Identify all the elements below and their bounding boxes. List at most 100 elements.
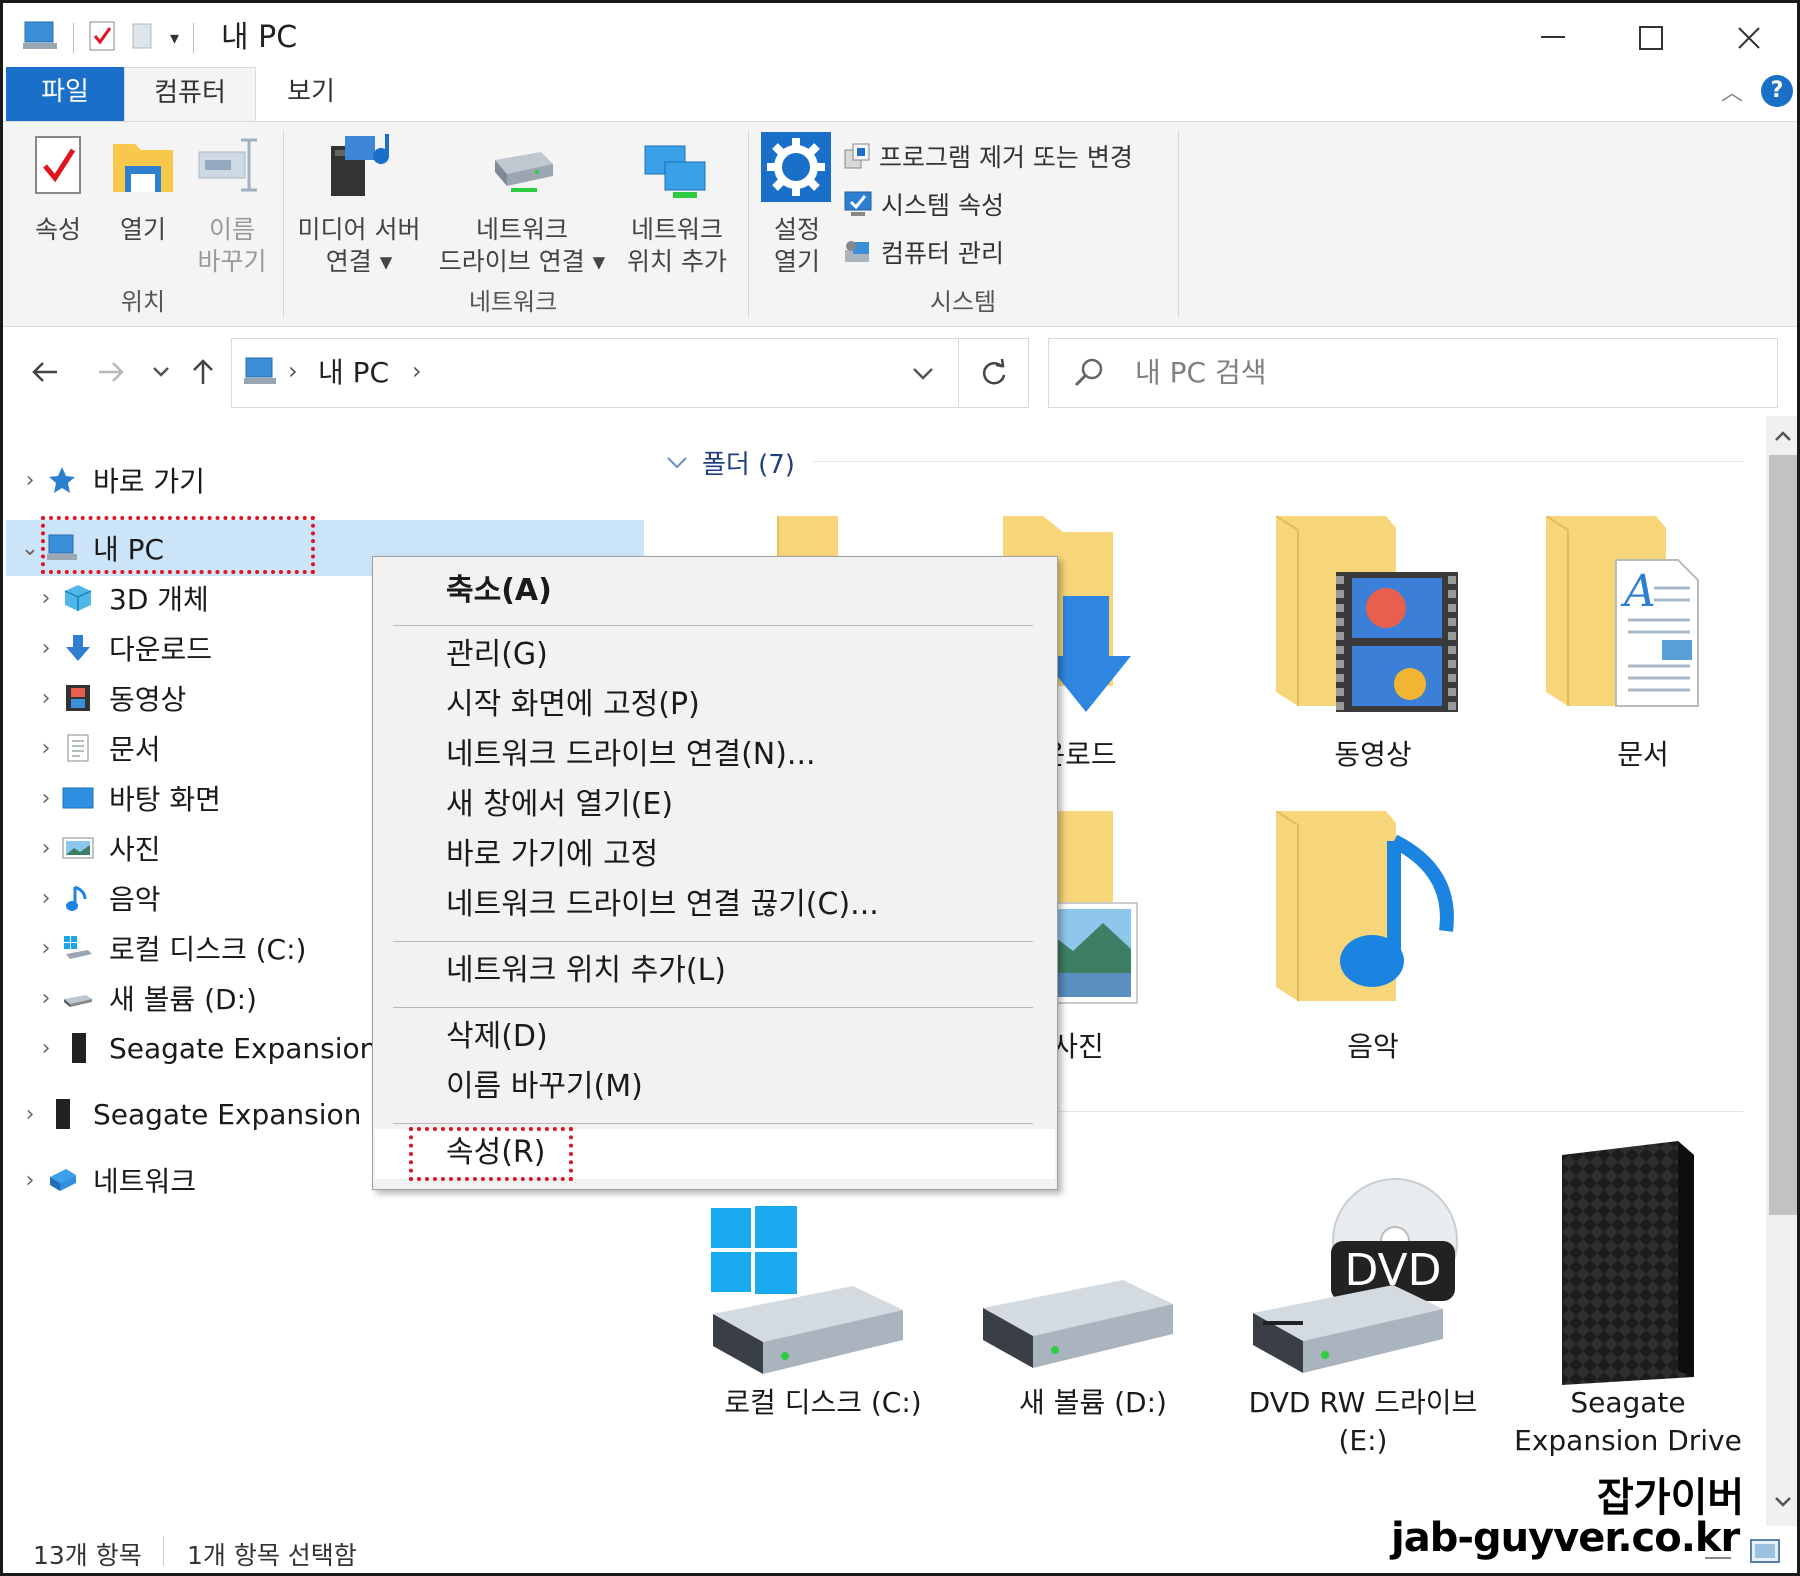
- svg-text:A: A: [1620, 566, 1656, 617]
- chevron-right-icon[interactable]: ›: [31, 836, 61, 861]
- minimize-button[interactable]: [1523, 13, 1583, 63]
- tree-label: 새 볼륨 (D:): [109, 983, 257, 1016]
- forward-button[interactable]: [89, 348, 133, 396]
- tab-file[interactable]: 파일: [6, 67, 124, 121]
- search-box[interactable]: 내 PC 검색: [1048, 338, 1778, 408]
- refresh-button[interactable]: [959, 338, 1029, 408]
- menu-item-map-drive[interactable]: 네트워크 드라이브 연결(N)...: [446, 735, 816, 775]
- folders-section-header[interactable]: 폴더 (7): [666, 444, 795, 481]
- chevron-right-icon[interactable]: ›: [412, 357, 422, 385]
- scrollbar-thumb[interactable]: [1769, 455, 1797, 1215]
- map-drive-label-1: 네트워크: [475, 215, 568, 244]
- tree-item-documents[interactable]: › 문서: [31, 724, 161, 772]
- map-drive-label-2: 드라이브 연결 ▾: [438, 247, 606, 276]
- tree-item-music[interactable]: › 음악: [31, 874, 161, 922]
- add-location-label-2: 위치 추가: [627, 247, 727, 276]
- external-drive-icon: [61, 1031, 95, 1065]
- properties-button[interactable]: 속성: [17, 134, 99, 264]
- menu-separator: [393, 625, 1033, 626]
- menu-item-disconnect-drive[interactable]: 네트워크 드라이브 연결 끊기(C)...: [446, 885, 879, 925]
- help-icon[interactable]: ?: [1761, 75, 1793, 107]
- address-bar[interactable]: › 내 PC ›: [231, 338, 959, 408]
- tree-item-seagate-sub[interactable]: › Seagate Expansion D: [31, 1024, 408, 1072]
- tree-item-pictures[interactable]: › 사진: [31, 824, 161, 872]
- folders-header-label: 폴더 (7): [702, 450, 795, 480]
- group-divider: [283, 130, 284, 318]
- maximize-button[interactable]: [1621, 13, 1681, 63]
- group-system-label: 시스템: [929, 288, 997, 316]
- drive-item-seagate[interactable]: [1548, 1141, 1708, 1385]
- drive-item-d[interactable]: [973, 1256, 1213, 1396]
- chevron-right-icon[interactable]: ›: [31, 686, 61, 711]
- chevron-right-icon[interactable]: ›: [15, 1168, 45, 1193]
- tree-item-videos[interactable]: › 동영상: [31, 674, 187, 722]
- uninstall-icon: [844, 143, 870, 169]
- close-button[interactable]: [1719, 13, 1779, 63]
- chevron-right-icon[interactable]: ›: [31, 886, 61, 911]
- folder-item-music[interactable]: [1275, 810, 1476, 1011]
- new-folder-icon[interactable]: [130, 20, 156, 56]
- menu-item-manage[interactable]: 관리(G): [446, 635, 548, 675]
- chevron-right-icon[interactable]: ›: [31, 986, 61, 1011]
- menu-item-new-window[interactable]: 새 창에서 열기(E): [446, 785, 673, 825]
- chevron-right-icon[interactable]: ›: [31, 586, 61, 611]
- tree-item-local-disk-c[interactable]: › 로컬 디스크 (C:): [31, 924, 307, 972]
- folder-item-videos[interactable]: [1275, 515, 1476, 716]
- tab-view[interactable]: 보기: [256, 67, 366, 121]
- chevron-right-icon[interactable]: ›: [15, 1102, 45, 1127]
- chevron-down-icon[interactable]: [1774, 1496, 1792, 1508]
- chevron-right-icon[interactable]: ›: [31, 1036, 61, 1061]
- drive-item-dvd[interactable]: DVD: [1243, 1171, 1483, 1391]
- tree-item-volume-d[interactable]: › 새 볼륨 (D:): [31, 974, 257, 1022]
- recent-locations-button[interactable]: [139, 348, 183, 396]
- tree-item-downloads[interactable]: › 다운로드: [31, 624, 212, 672]
- tree-item-seagate-root[interactable]: › Seagate Expansion D: [15, 1090, 392, 1138]
- menu-item-add-network-location[interactable]: 네트워크 위치 추가(L): [446, 951, 726, 991]
- tree-label: 동영상: [109, 683, 187, 716]
- back-button[interactable]: [23, 348, 67, 396]
- menu-item-collapse[interactable]: 축소(A): [446, 571, 552, 611]
- menu-item-rename[interactable]: 이름 바꾸기(M): [446, 1067, 643, 1107]
- menu-item-delete[interactable]: 삭제(D): [446, 1017, 548, 1057]
- tree-item-network[interactable]: › 네트워크: [15, 1156, 196, 1204]
- add-network-location-button[interactable]: 네트워크 위치 추가: [615, 130, 739, 280]
- chevron-up-icon[interactable]: [1774, 430, 1792, 442]
- chevron-right-icon[interactable]: ›: [31, 736, 61, 761]
- address-path[interactable]: 내 PC: [318, 353, 389, 393]
- drive-item-c[interactable]: [703, 1206, 943, 1386]
- chevron-right-icon[interactable]: ›: [31, 936, 61, 961]
- group-network-label: 네트워크: [468, 288, 558, 316]
- menu-item-pin-quick-access[interactable]: 바로 가기에 고정: [446, 835, 658, 875]
- chevron-right-icon[interactable]: ›: [31, 636, 61, 661]
- chevron-right-icon[interactable]: ›: [15, 468, 45, 493]
- uninstall-program-button[interactable]: 프로그램 제거 또는 변경: [843, 136, 1133, 176]
- drive-icon: [983, 1280, 1173, 1368]
- chevron-right-icon[interactable]: ›: [31, 786, 61, 811]
- tree-label: 문서: [109, 733, 161, 766]
- tree-item-desktop[interactable]: › 바탕 화면: [31, 774, 221, 822]
- computer-icon: [21, 19, 59, 57]
- computer-management-icon: [845, 241, 869, 262]
- collapse-ribbon-icon[interactable]: ︿: [1721, 75, 1743, 107]
- tree-item-3d-objects[interactable]: › 3D 개체: [31, 574, 209, 622]
- folder-item-documents[interactable]: A: [1545, 515, 1746, 716]
- open-settings-button[interactable]: 설정 열기: [755, 132, 839, 282]
- properties-check-icon[interactable]: [88, 20, 116, 56]
- media-server-icon: [331, 134, 389, 196]
- computer-management-button[interactable]: 컴퓨터 관리: [843, 232, 1004, 272]
- large-icons-view-icon[interactable]: [1749, 1536, 1781, 1566]
- menu-item-pin-start[interactable]: 시작 화면에 고정(P): [446, 685, 700, 725]
- tab-computer[interactable]: 컴퓨터: [124, 67, 256, 121]
- tree-label: 다운로드: [109, 633, 213, 666]
- map-drive-button[interactable]: 네트워크 드라이브 연결 ▾: [433, 130, 611, 280]
- open-button[interactable]: 열기: [103, 134, 183, 264]
- up-button[interactable]: [181, 348, 225, 396]
- search-input[interactable]: 내 PC 검색: [1135, 353, 1267, 393]
- system-properties-button[interactable]: 시스템 속성: [843, 184, 1004, 224]
- media-server-button[interactable]: 미디어 서버 연결 ▾: [289, 130, 429, 280]
- section-divider: [813, 461, 1743, 462]
- chevron-down-icon[interactable]: [912, 367, 934, 381]
- chevron-down-icon[interactable]: ▾: [170, 28, 179, 49]
- tree-item-quick-access[interactable]: › 바로 가기: [15, 456, 205, 504]
- computer-icon: [244, 357, 276, 384]
